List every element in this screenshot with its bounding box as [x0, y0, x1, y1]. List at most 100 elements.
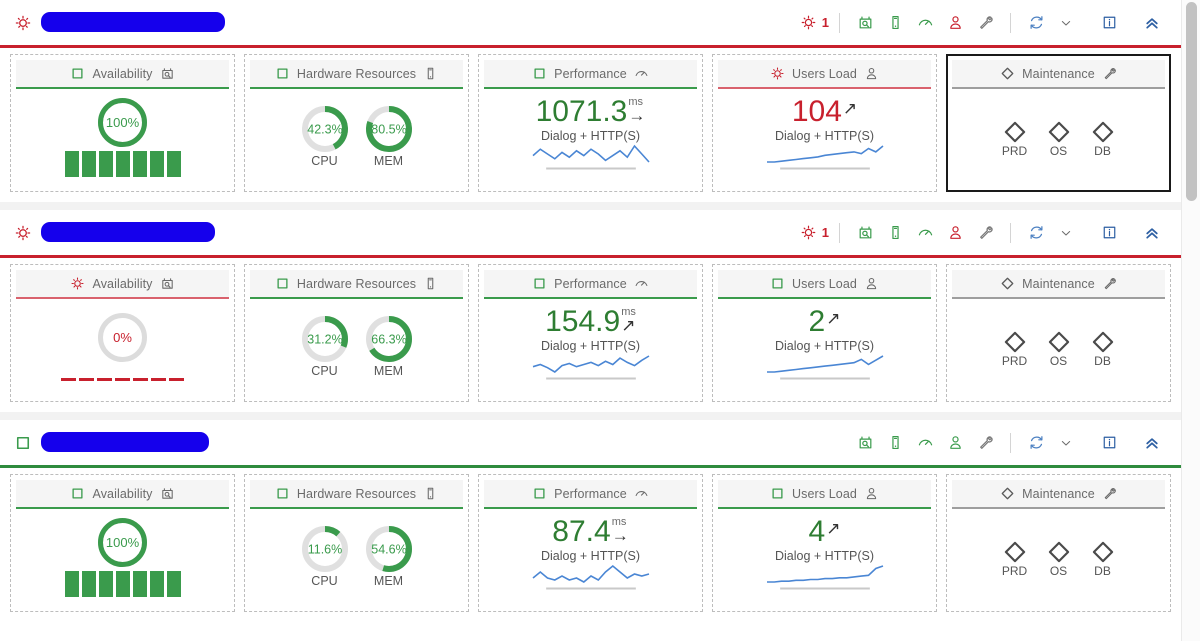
magnifier-box-icon[interactable]	[850, 219, 880, 247]
gauge-icon[interactable]	[634, 66, 649, 81]
refresh-icon[interactable]	[1021, 219, 1051, 247]
svg-text:42.3%: 42.3%	[307, 123, 342, 137]
user-icon[interactable]	[864, 486, 879, 501]
magnifier-box-icon[interactable]	[850, 9, 880, 37]
svg-text:100%: 100%	[106, 535, 140, 550]
device-icon[interactable]	[423, 276, 438, 291]
info-icon[interactable]	[1094, 9, 1124, 37]
card-hardware-resources[interactable]: Hardware Resources 11.6% CPU 54.6% MEM	[244, 474, 469, 612]
device-icon[interactable]	[423, 486, 438, 501]
card-title: Performance	[554, 486, 627, 501]
info-icon[interactable]	[1094, 429, 1124, 457]
chevron-down-icon[interactable]	[1051, 219, 1081, 247]
info-icon[interactable]	[1094, 219, 1124, 247]
chevron-down-icon[interactable]	[1051, 9, 1081, 37]
device-icon[interactable]	[880, 219, 910, 247]
sparkline-chart	[766, 354, 884, 385]
maintenance-item[interactable]: DB	[1090, 539, 1116, 578]
wrench-icon[interactable]	[970, 219, 1000, 247]
card-performance[interactable]: Performance 87.4 ms → Dialog + HTTP(S)	[478, 474, 703, 612]
collapse-icon[interactable]	[1137, 429, 1167, 457]
card-header: Availability	[16, 480, 229, 507]
square-icon	[532, 486, 547, 501]
card-title: Hardware Resources	[296, 486, 417, 501]
maintenance-label: DB	[1094, 564, 1111, 578]
wrench-icon[interactable]	[1102, 66, 1117, 81]
wrench-icon[interactable]	[970, 429, 1000, 457]
gauge-icon[interactable]	[910, 219, 940, 247]
maintenance-item[interactable]: PRD	[1002, 539, 1028, 578]
card-users-load[interactable]: Users Load 4 ↗ Dialog + HTTP(S)	[712, 474, 937, 612]
system-block: Availability 100%100% Hardware Resources 11…	[0, 420, 1181, 622]
gauge-icon[interactable]	[634, 276, 649, 291]
chevron-down-icon[interactable]	[1051, 429, 1081, 457]
wrench-icon[interactable]	[1102, 486, 1117, 501]
card-hardware-resources[interactable]: Hardware Resources 42.3% CPU 80.5% MEM	[244, 54, 469, 192]
card-users-load[interactable]: Users Load 104 ↗ Dialog + HTTP(S)	[712, 54, 937, 192]
magnifier-box-icon[interactable]	[160, 276, 175, 291]
maintenance-item[interactable]: DB	[1090, 329, 1116, 368]
user-icon[interactable]	[864, 276, 879, 291]
alert-sun-icon[interactable]	[14, 14, 32, 32]
collapse-icon[interactable]	[1137, 9, 1167, 37]
diamond-icon	[1002, 329, 1028, 355]
user-icon[interactable]	[940, 429, 970, 457]
square-icon[interactable]	[14, 434, 32, 452]
wrench-icon[interactable]	[1102, 276, 1117, 291]
user-icon[interactable]	[940, 219, 970, 247]
vertical-scrollbar[interactable]	[1181, 0, 1200, 641]
maintenance-item[interactable]: OS	[1046, 539, 1072, 578]
magnifier-box-icon[interactable]	[850, 429, 880, 457]
card-availability[interactable]: Availability 100%100%	[10, 54, 235, 192]
trend-flat-icon: →	[628, 105, 646, 125]
device-icon[interactable]	[880, 9, 910, 37]
device-icon[interactable]	[423, 66, 438, 81]
wrench-icon[interactable]	[970, 9, 1000, 37]
card-performance[interactable]: Performance 154.9 ms ↗ Dialog + HTTP(S)	[478, 264, 703, 402]
refresh-icon[interactable]	[1021, 9, 1051, 37]
trend-flat-icon: →	[611, 525, 629, 545]
card-body: 87.4 ms → Dialog + HTTP(S)	[484, 509, 697, 606]
card-availability[interactable]: Availability 100%100%	[10, 474, 235, 612]
card-availability[interactable]: Availability 0%0%	[10, 264, 235, 402]
card-body: 31.2% CPU 66.3% MEM	[250, 299, 463, 396]
user-icon[interactable]	[940, 9, 970, 37]
square-icon	[275, 66, 290, 81]
alert-sun-icon[interactable]	[14, 224, 32, 242]
collapse-icon[interactable]	[1137, 219, 1167, 247]
availability-bar	[133, 378, 148, 381]
card-hardware-resources[interactable]: Hardware Resources 31.2% CPU 66.3% MEM	[244, 264, 469, 402]
card-maintenance[interactable]: Maintenance PRD OS DB	[946, 474, 1171, 612]
gauge-icon[interactable]	[910, 429, 940, 457]
system-name-redacted	[41, 431, 209, 452]
availability-bar	[64, 570, 79, 597]
square-icon	[70, 486, 85, 501]
maintenance-item[interactable]: OS	[1046, 119, 1072, 158]
card-maintenance[interactable]: Maintenance PRD OS DB	[946, 54, 1171, 192]
card-users-load[interactable]: Users Load 2 ↗ Dialog + HTTP(S)	[712, 264, 937, 402]
maintenance-item[interactable]: PRD	[1002, 329, 1028, 368]
device-icon[interactable]	[880, 429, 910, 457]
system-name-redacted	[41, 11, 225, 32]
availability-bar	[151, 378, 166, 381]
gauge-icon[interactable]	[910, 9, 940, 37]
magnifier-box-icon[interactable]	[160, 486, 175, 501]
card-performance[interactable]: Performance 1071.3 ms → Dialog + HTTP(S)	[478, 54, 703, 192]
maintenance-item[interactable]: DB	[1090, 119, 1116, 158]
availability-bar	[132, 150, 147, 177]
card-title: Hardware Resources	[296, 276, 417, 291]
kpi-value: 1071.3	[535, 94, 628, 128]
scrollbar-thumb[interactable]	[1186, 2, 1197, 201]
card-title: Hardware Resources	[296, 66, 417, 81]
gauge-icon[interactable]	[634, 486, 649, 501]
refresh-icon[interactable]	[1021, 429, 1051, 457]
alert-badge[interactable]: 1	[800, 14, 829, 31]
maintenance-item[interactable]: PRD	[1002, 119, 1028, 158]
magnifier-box-icon[interactable]	[160, 66, 175, 81]
maintenance-item[interactable]: OS	[1046, 329, 1072, 368]
card-maintenance[interactable]: Maintenance PRD OS DB	[946, 264, 1171, 402]
diamond-icon	[1090, 539, 1116, 565]
user-icon[interactable]	[864, 66, 879, 81]
alert-badge[interactable]: 1	[800, 224, 829, 241]
card-header: Performance	[484, 480, 697, 507]
